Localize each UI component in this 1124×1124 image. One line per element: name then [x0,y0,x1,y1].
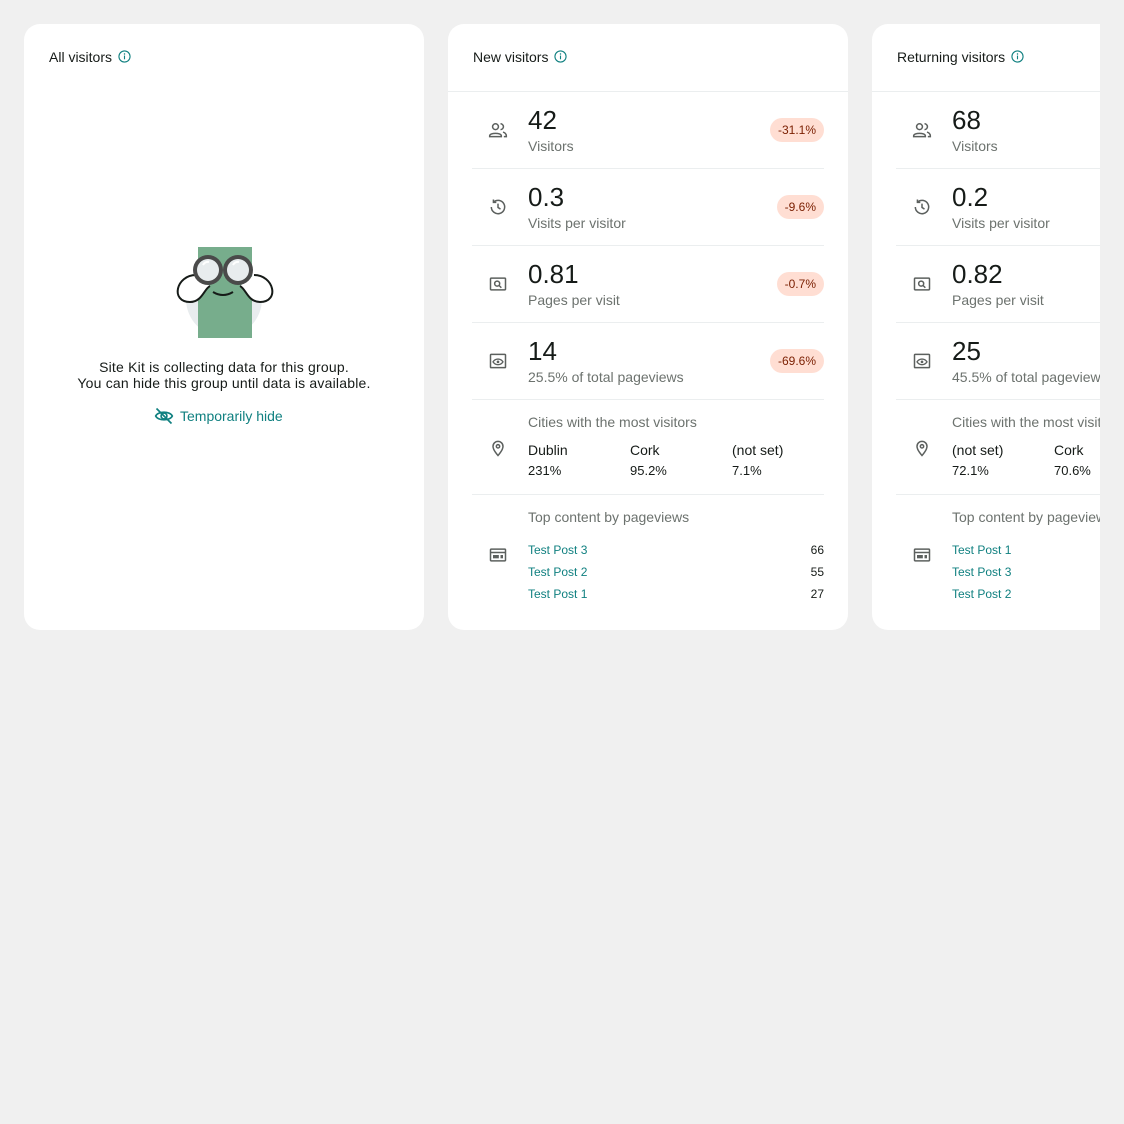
pageview-count: 66 [810,543,824,557]
city-name: Dublin [528,442,568,458]
info-icon[interactable] [118,50,131,63]
city-item: Cork 95.2% [630,442,730,478]
location-pin-icon [492,440,504,457]
people-icon [912,123,932,138]
card-header: Returning visitors [872,24,1100,91]
zero-data-line-2: You can hide this group until data is av… [77,375,371,391]
city-name: Cork [630,442,660,458]
card-header: New visitors [448,24,848,91]
history-icon [914,199,930,215]
metric-pages-per-visit: 0.82 Pages per visit [896,246,1100,323]
eye-icon [913,353,931,369]
top-cities: Cities with the most visitors Dublin 231… [472,400,824,495]
cities-title: Cities with the most visitors [528,414,697,430]
city-percent: 7.1% [732,463,762,478]
pageview-count: 55 [810,565,824,579]
web-page-icon [489,548,507,562]
binoculars-illustration-icon [176,247,274,338]
metric-value: 0.81 [528,259,579,289]
location-pin-icon [916,440,928,457]
temporarily-hide-label: Temporarily hide [180,408,283,424]
cities-title: Cities with the most visitors [952,414,1100,430]
city-name: (not set) [732,442,784,458]
city-item: (not set) 72.1% [952,442,1052,478]
top-cities: Cities with the most visitors (not set) … [896,400,1100,495]
metric-label: Visitors [952,138,998,154]
metric-value: 0.3 [528,182,565,212]
info-icon[interactable] [1011,50,1024,63]
zero-data-line-1: Site Kit is collecting data for this gro… [99,359,349,375]
pageview-search-icon [913,277,931,291]
metric-visitors: 42 Visitors -31.1% [472,92,824,169]
metric-label: Visitors [528,138,574,154]
change-badge: -9.6% [776,195,824,219]
change-badge: -0.7% [776,272,824,296]
new-visitors-card: New visitors 42 Visitors -31.1% 0.3 Visi… [448,24,848,630]
city-item: (not set) 7.1% [732,442,832,478]
city-name: Cork [1054,442,1084,458]
list-item: Test Post 1 27 [528,583,824,605]
pageview-search-icon [489,277,507,291]
metric-value: 25 [952,336,981,366]
list-item: Test Post 3 66 [528,539,824,561]
city-percent: 95.2% [630,463,667,478]
people-icon [488,123,508,138]
post-link[interactable]: Test Post 3 [952,565,1011,579]
metric-visits-per-visitor: 0.3 Visits per visitor -9.6% [472,169,824,246]
list-item: Test Post 3 [952,561,1100,583]
card-header: All visitors [24,24,424,91]
metric-pageviews: 14 25.5% of total pageviews -69.6% [472,323,824,400]
metric-label: Pages per visit [528,292,620,308]
top-content: Top content by pageviews Test Post 3 66 … [472,495,824,615]
card-title: All visitors [49,49,113,65]
temporarily-hide-button[interactable]: Temporarily hide [154,406,283,426]
metric-label: 25.5% of total pageviews [528,369,684,385]
card-title: New visitors [473,49,549,65]
metric-visits-per-visitor: 0.2 Visits per visitor [896,169,1100,246]
history-icon [490,199,506,215]
city-item: Cork 70.6% [1054,442,1100,478]
post-link[interactable]: Test Post 2 [528,565,587,579]
all-visitors-card: All visitors Site Kit is collecting data… [24,24,424,630]
metric-visitors: 68 Visitors [896,92,1100,169]
pageview-count: 27 [810,587,824,601]
change-badge: -31.1% [769,118,824,142]
list-item: Test Post 2 [952,583,1100,605]
metric-pageviews: 25 45.5% of total pageviews [896,323,1100,400]
metric-label: Visits per visitor [952,215,1050,231]
metric-value: 0.82 [952,259,1003,289]
info-icon[interactable] [554,50,568,63]
metric-label: Pages per visit [952,292,1044,308]
eye-off-icon [154,407,174,425]
content-list: Test Post 3 66 Test Post 2 55 Test Post … [528,539,824,605]
metric-pages-per-visit: 0.81 Pages per visit -0.7% [472,246,824,323]
zero-data-message: Site Kit is collecting data for this gro… [24,359,424,391]
content-list: Test Post 1 Test Post 3 Test Post 2 [952,539,1100,605]
card-title: Returning visitors [897,49,1006,65]
post-link[interactable]: Test Post 2 [952,587,1011,601]
metric-value: 68 [952,105,981,135]
city-item: Dublin 231% [528,442,628,478]
metric-value: 0.2 [952,182,989,212]
returning-visitors-card: Returning visitors 68 Visitors 0.2 Visit… [872,24,1100,630]
city-percent: 70.6% [1054,463,1091,478]
post-link[interactable]: Test Post 3 [528,543,587,557]
city-percent: 231% [528,463,562,478]
metric-value: 14 [528,336,557,366]
change-badge: -69.6% [769,349,824,373]
post-link[interactable]: Test Post 1 [528,587,587,601]
eye-icon [489,353,507,369]
web-page-icon [913,548,931,562]
city-percent: 72.1% [952,463,989,478]
top-content: Top content by pageviews Test Post 1 Tes… [896,495,1100,615]
city-name: (not set) [952,442,1004,458]
list-item: Test Post 2 55 [528,561,824,583]
content-title: Top content by pageviews [952,509,1100,525]
content-title: Top content by pageviews [528,509,690,525]
list-item: Test Post 1 [952,539,1100,561]
metric-label: Visits per visitor [528,215,626,231]
post-link[interactable]: Test Post 1 [952,543,1011,557]
metric-label: 45.5% of total pageviews [952,369,1100,385]
metric-value: 42 [528,105,557,135]
